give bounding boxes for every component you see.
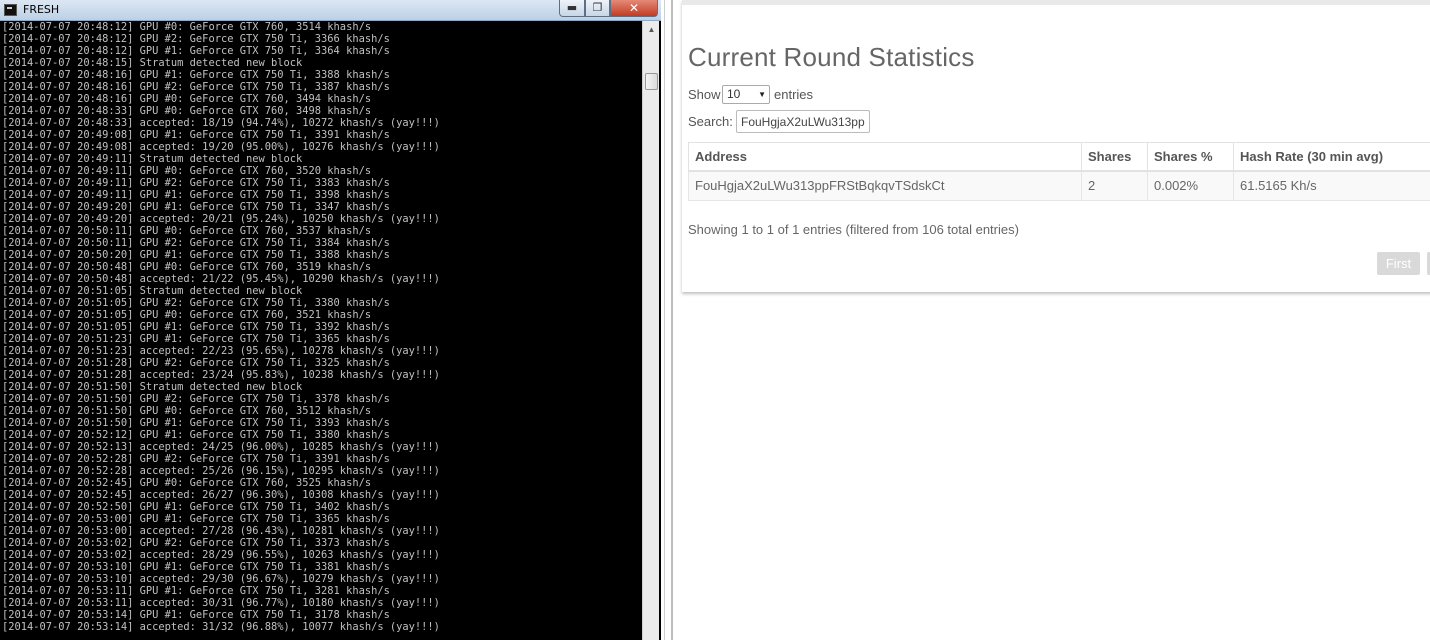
console-log-line: [2014-07-07 20:49:11] GPU #2: GeForce GT… [2,177,390,189]
console-log-line: [2014-07-07 20:51:05] Stratum detected n… [2,285,303,297]
entries-label: entries [774,87,814,102]
console-log-line: [2014-07-07 20:50:48] GPU #0: GeForce GT… [2,261,372,273]
console-log-line: [2014-07-07 20:49:08] accepted: 19/20 (9… [2,141,440,153]
console-output: [2014-07-07 20:48:12] GPU #0: GeForce GT… [2,21,640,640]
header-shares-percent[interactable]: Shares % [1147,142,1234,172]
console-log-line: [2014-07-07 20:53:14] GPU #1: GeForce GT… [2,609,390,621]
round-statistics-panel: Current Round Statistics Show 10 ▼ entri… [682,0,1430,292]
console-log-line: [2014-07-07 20:52:13] accepted: 24/25 (9… [2,441,440,453]
console-title: FRESH [23,3,60,16]
console-log-line: [2014-07-07 20:53:10] GPU #1: GeForce GT… [2,561,390,573]
cell-address: FouHgjaX2uLWu313ppFRStBqkqvTSdskCt [688,170,1082,201]
console-log-line: [2014-07-07 20:52:50] GPU #1: GeForce GT… [2,501,390,513]
console-scrollbar[interactable]: ▲ [642,21,659,640]
close-button[interactable]: ✕ [610,0,658,17]
entries-per-page-select[interactable]: 10 ▼ [722,85,770,104]
console-window: FRESH ▬ ❐ ✕ [2014-07-07 20:48:12] GPU #0… [0,0,661,640]
console-log-line: [2014-07-07 20:48:33] accepted: 18/19 (9… [2,117,440,129]
console-log-line: [2014-07-07 20:53:10] accepted: 29/30 (9… [2,573,440,585]
console-log-line: [2014-07-07 20:51:50] Stratum detected n… [2,381,303,393]
console-log-line: [2014-07-07 20:49:20] GPU #1: GeForce GT… [2,201,390,213]
console-log-line: [2014-07-07 20:53:00] GPU #1: GeForce GT… [2,513,390,525]
console-log-line: [2014-07-07 20:53:02] accepted: 28/29 (9… [2,549,440,561]
statistics-table: Address Shares Shares % Hash Rate (30 mi… [688,142,1430,201]
header-hash-rate[interactable]: Hash Rate (30 min avg) [1233,142,1430,172]
minimize-button[interactable]: ▬ [559,0,585,17]
window-splitter [661,0,677,640]
console-log-line: [2014-07-07 20:51:05] GPU #1: GeForce GT… [2,321,390,333]
header-shares[interactable]: Shares [1081,142,1148,172]
chevron-down-icon: ▼ [758,90,766,99]
console-log-line: [2014-07-07 20:53:02] GPU #2: GeForce GT… [2,537,390,549]
console-log-line: [2014-07-07 20:48:16] GPU #0: GeForce GT… [2,93,372,105]
scroll-up-arrow-icon[interactable]: ▲ [643,21,660,38]
search-label: Search: [688,114,733,129]
console-log-line: [2014-07-07 20:48:15] Stratum detected n… [2,57,303,69]
panel-title: Current Round Statistics [688,42,975,72]
console-log-line: [2014-07-07 20:52:28] accepted: 25/26 (9… [2,465,440,477]
console-log-line: [2014-07-07 20:49:11] Stratum detected n… [2,153,303,165]
console-log-line: [2014-07-07 20:49:08] GPU #1: GeForce GT… [2,129,390,141]
maximize-button[interactable]: ❐ [585,0,610,17]
console-log-line: [2014-07-07 20:48:12] GPU #2: GeForce GT… [2,33,390,45]
console-log-line: [2014-07-07 20:51:05] GPU #2: GeForce GT… [2,297,390,309]
console-log-line: [2014-07-07 20:53:00] accepted: 27/28 (9… [2,525,440,537]
console-log-line: [2014-07-07 20:51:50] GPU #1: GeForce GT… [2,417,390,429]
table-header-row: Address Shares Shares % Hash Rate (30 mi… [688,142,1430,172]
console-log-line: [2014-07-07 20:52:45] GPU #0: GeForce GT… [2,477,372,489]
console-log-line: [2014-07-07 20:51:50] GPU #2: GeForce GT… [2,393,390,405]
console-log-line: [2014-07-07 20:52:12] GPU #1: GeForce GT… [2,429,390,441]
console-log-line: [2014-07-07 20:52:28] GPU #2: GeForce GT… [2,453,390,465]
console-log-line: [2014-07-07 20:49:11] GPU #0: GeForce GT… [2,165,372,177]
console-log-line: [2014-07-07 20:48:12] GPU #1: GeForce GT… [2,45,390,57]
cell-shares-percent: 0.002% [1147,170,1234,201]
show-label: Show [688,87,721,102]
console-log-line: [2014-07-07 20:49:20] accepted: 20/21 (9… [2,213,440,225]
console-icon [4,4,17,16]
header-address[interactable]: Address [688,142,1082,172]
console-log-line: [2014-07-07 20:48:33] GPU #0: GeForce GT… [2,105,372,117]
console-log-line: [2014-07-07 20:51:23] GPU #1: GeForce GT… [2,333,390,345]
table-info-text: Showing 1 to 1 of 1 entries (filtered fr… [688,222,1019,237]
console-log-line: [2014-07-07 20:48:16] GPU #2: GeForce GT… [2,81,390,93]
scroll-thumb[interactable] [645,73,658,90]
console-log-line: [2014-07-07 20:53:11] accepted: 30/31 (9… [2,597,440,609]
console-log-line: [2014-07-07 20:53:14] accepted: 31/32 (9… [2,621,440,633]
search-input[interactable] [736,110,870,133]
console-log-line: [2014-07-07 20:51:05] GPU #0: GeForce GT… [2,309,372,321]
console-log-line: [2014-07-07 20:48:12] GPU #0: GeForce GT… [2,21,372,33]
console-log-line: [2014-07-07 20:53:11] GPU #1: GeForce GT… [2,585,390,597]
console-log-line: [2014-07-07 20:48:16] GPU #1: GeForce GT… [2,69,390,81]
console-log-line: [2014-07-07 20:51:28] GPU #2: GeForce GT… [2,357,390,369]
console-titlebar[interactable]: FRESH ▬ ❐ ✕ [0,0,661,21]
console-log-line: [2014-07-07 20:50:11] GPU #2: GeForce GT… [2,237,390,249]
console-log-line: [2014-07-07 20:49:11] GPU #1: GeForce GT… [2,189,390,201]
console-log-line: [2014-07-07 20:52:45] accepted: 26/27 (9… [2,489,440,501]
console-log-line: [2014-07-07 20:50:11] GPU #0: GeForce GT… [2,225,372,237]
console-log-line: [2014-07-07 20:50:48] accepted: 21/22 (9… [2,273,440,285]
console-log-line: [2014-07-07 20:50:20] GPU #1: GeForce GT… [2,249,390,261]
table-row: FouHgjaX2uLWu313ppFRStBqkqvTSdskCt 2 0.0… [688,170,1430,201]
console-log-line: [2014-07-07 20:51:23] accepted: 22/23 (9… [2,345,440,357]
cell-shares: 2 [1081,170,1148,201]
console-log-line: [2014-07-07 20:51:50] GPU #0: GeForce GT… [2,405,372,417]
entries-select-value: 10 [727,87,741,101]
console-log-line: [2014-07-07 20:51:28] accepted: 23/24 (9… [2,369,440,381]
first-page-button[interactable]: First [1377,252,1420,275]
cell-hash-rate: 61.5165 Kh/s [1233,170,1430,201]
